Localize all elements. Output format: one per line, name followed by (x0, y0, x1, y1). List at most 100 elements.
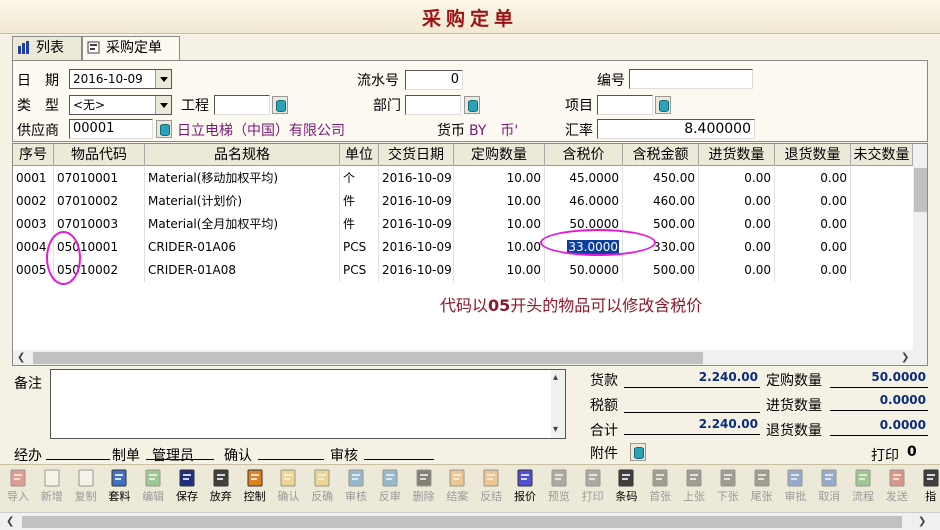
toolbar-button-flow[interactable]: 流程 (847, 466, 879, 512)
table-cell[interactable]: 0.00 (699, 190, 775, 213)
column-header[interactable]: 单位 (340, 144, 379, 166)
grid-horizontal-scrollbar[interactable]: ❮ ❯ (13, 350, 927, 365)
table-cell[interactable]: Material(全月加权平均) (145, 213, 340, 236)
toolbar-button-send[interactable]: 发送 (881, 466, 913, 512)
database-lookup-icon[interactable] (272, 96, 288, 114)
table-cell[interactable]: CRIDER-01A08 (145, 259, 340, 282)
number-input[interactable] (629, 69, 753, 89)
toolbar-button-first[interactable]: 首张 (644, 466, 676, 512)
table-row[interactable]: 0001 07010001 Material(移动加权平均) 个 2016-10-09 1… (13, 167, 913, 190)
toolbar-button-new-file[interactable]: 新增 (36, 466, 68, 512)
table-row[interactable]: 0005 05010002 CRIDER-01A08 PCS 2016-10-09 10.… (13, 259, 913, 282)
project-input[interactable] (214, 95, 270, 115)
column-header[interactable]: 进货数量 (699, 144, 775, 166)
table-cell[interactable]: 个 (340, 167, 379, 190)
toolbar-button-copy[interactable]: 复制 (70, 466, 102, 512)
database-lookup-icon[interactable] (655, 96, 671, 114)
table-cell[interactable]: 46.0000 (545, 190, 623, 213)
toolbar-button-more[interactable]: 指 (915, 466, 940, 512)
type-select[interactable]: <无> (69, 95, 172, 115)
chevron-up-icon[interactable]: ▴ (553, 372, 558, 383)
table-cell[interactable]: 0.00 (775, 213, 851, 236)
table-cell[interactable]: 0001 (13, 167, 54, 190)
toolbar-button-materials[interactable]: 套料 (103, 466, 135, 512)
table-cell[interactable]: 0002 (13, 190, 54, 213)
chevron-right-icon[interactable]: ❯ (918, 516, 926, 527)
table-cell[interactable]: 2016-10-09 (379, 213, 454, 236)
supplier-code-input[interactable]: 00001 (69, 119, 153, 139)
chevron-down-icon[interactable] (155, 70, 171, 88)
table-cell[interactable]: 0.00 (775, 259, 851, 282)
table-cell[interactable]: 10.00 (454, 213, 545, 236)
table-cell[interactable]: 0.00 (775, 190, 851, 213)
remarks-textarea[interactable]: ▴ ▾ (50, 369, 566, 439)
tab-list[interactable]: 列表 (12, 36, 82, 60)
toolbar-button-control[interactable]: 控制 (239, 466, 271, 512)
database-lookup-icon[interactable] (464, 96, 480, 114)
column-header[interactable]: 物品代码 (54, 144, 145, 166)
toolbar-button-unconfirm[interactable]: 反确 (306, 466, 338, 512)
chevron-left-icon[interactable]: ❮ (17, 352, 25, 363)
toolbar-button-last[interactable]: 尾张 (746, 466, 778, 512)
chevron-down-icon[interactable] (155, 96, 171, 114)
serial-input[interactable]: 0 (405, 70, 463, 90)
table-cell[interactable]: 2016-10-09 (379, 236, 454, 259)
table-cell[interactable]: 0.00 (699, 236, 775, 259)
chevron-down-icon[interactable]: ▾ (553, 424, 558, 435)
attachment-icon[interactable] (630, 443, 646, 461)
table-cell[interactable]: 460.00 (623, 190, 699, 213)
dept-input[interactable] (405, 95, 461, 115)
toolbar-button-edit[interactable]: 编辑 (137, 466, 169, 512)
table-cell[interactable]: 10.00 (454, 236, 545, 259)
scroll-thumb[interactable] (22, 516, 902, 528)
table-cell[interactable]: 2016-10-09 (379, 259, 454, 282)
table-cell[interactable]: 2016-10-09 (379, 190, 454, 213)
toolbar-button-print[interactable]: 打印 (577, 466, 609, 512)
table-row[interactable]: 0004 05010001 CRIDER-01A06 PCS 2016-10-09 10.… (13, 236, 913, 259)
toolbar-button-quote[interactable]: 报价 (509, 466, 541, 512)
toolbar-button-next[interactable]: 下张 (712, 466, 744, 512)
column-header[interactable]: 含税金额 (623, 144, 699, 166)
toolbar-button-import[interactable]: 导入 (2, 466, 34, 512)
column-header[interactable]: 含税价 (545, 144, 623, 166)
table-cell[interactable]: 0003 (13, 213, 54, 236)
column-header[interactable]: 品名规格 (145, 144, 340, 166)
item-input[interactable] (597, 95, 653, 115)
toolbar-button-unaudit[interactable]: 反审 (374, 466, 406, 512)
table-cell[interactable]: 件 (340, 190, 379, 213)
toolbar-button-cancel[interactable]: 取消 (813, 466, 845, 512)
chevron-right-icon[interactable]: ❯ (901, 352, 909, 363)
table-cell[interactable]: 07010002 (54, 190, 145, 213)
column-header[interactable]: 序号 (13, 144, 54, 166)
toolbar-button-close-case[interactable]: 结案 (441, 466, 473, 512)
column-header[interactable]: 定购数量 (454, 144, 545, 166)
table-cell[interactable]: Material(移动加权平均) (145, 167, 340, 190)
table-cell[interactable]: 500.00 (623, 259, 699, 282)
toolbar-button-prev[interactable]: 上张 (678, 466, 710, 512)
table-cell[interactable]: 件 (340, 213, 379, 236)
toolbar-button-save[interactable]: 保存 (171, 466, 203, 512)
toolbar-button-confirm[interactable]: 确认 (272, 466, 304, 512)
table-row[interactable]: 0003 07010003 Material(全月加权平均) 件 2016-10-09 1… (13, 213, 913, 236)
window-horizontal-scrollbar[interactable]: ❮ ❯ (0, 512, 940, 530)
table-cell[interactable]: PCS (340, 236, 379, 259)
toolbar-button-approve[interactable]: 审批 (779, 466, 811, 512)
table-cell[interactable]: PCS (340, 259, 379, 282)
table-cell[interactable]: 450.00 (623, 167, 699, 190)
table-cell[interactable]: 0.00 (699, 259, 775, 282)
remarks-scrollbar[interactable]: ▴ ▾ (551, 370, 565, 438)
toolbar-button-preview[interactable]: 预览 (543, 466, 575, 512)
table-cell[interactable]: 10.00 (454, 167, 545, 190)
toolbar-button-undo[interactable]: 放弃 (205, 466, 237, 512)
tab-purchase-order[interactable]: 采购定单 (82, 36, 180, 61)
table-cell[interactable]: 10.00 (454, 259, 545, 282)
column-header[interactable]: 退货数量 (775, 144, 851, 166)
table-cell[interactable]: Material(计划价) (145, 190, 340, 213)
column-header[interactable]: 未交数量 (851, 144, 913, 166)
scroll-thumb[interactable] (914, 168, 927, 212)
grid-vertical-scrollbar[interactable] (913, 144, 927, 350)
table-cell[interactable]: 2016-10-09 (379, 167, 454, 190)
table-cell[interactable]: 0.00 (775, 236, 851, 259)
database-lookup-icon[interactable] (156, 120, 172, 138)
date-picker[interactable]: 2016-10-09 (69, 69, 172, 89)
